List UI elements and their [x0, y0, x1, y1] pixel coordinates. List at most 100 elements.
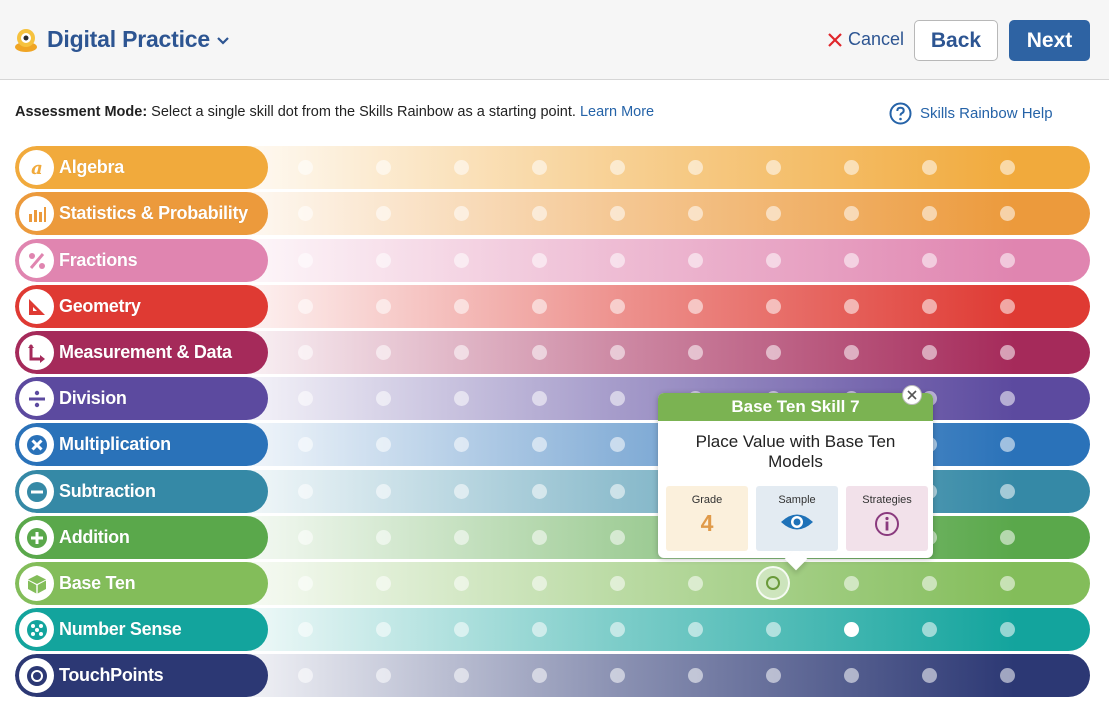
skill-dot[interactable] [999, 530, 1015, 545]
skill-dot[interactable] [531, 576, 547, 591]
skill-dot[interactable] [531, 391, 547, 406]
skill-dot[interactable] [765, 345, 781, 360]
skill-dot[interactable] [297, 576, 313, 591]
skill-dot[interactable] [999, 160, 1015, 175]
skill-dot[interactable] [297, 668, 313, 683]
skill-dot[interactable] [765, 622, 781, 637]
skill-dot[interactable] [297, 530, 313, 545]
skill-dot[interactable] [765, 668, 781, 683]
skill-dot[interactable] [375, 253, 391, 268]
skill-dot[interactable] [687, 206, 703, 221]
skill-dot[interactable] [375, 576, 391, 591]
skill-dot[interactable] [765, 299, 781, 314]
skill-dot[interactable] [375, 622, 391, 637]
skill-dot[interactable] [687, 622, 703, 637]
skill-dot[interactable] [531, 668, 547, 683]
skill-dot[interactable] [843, 622, 859, 637]
skill-dot[interactable] [687, 299, 703, 314]
skill-dot[interactable] [375, 206, 391, 221]
skill-dot[interactable] [375, 160, 391, 175]
skill-dot[interactable] [531, 160, 547, 175]
skill-dot[interactable] [453, 622, 469, 637]
skill-dot[interactable] [609, 576, 625, 591]
skill-dot[interactable] [297, 622, 313, 637]
skill-dot[interactable] [921, 253, 937, 268]
skill-dot-selected[interactable] [756, 566, 790, 600]
sample-card[interactable]: Sample [756, 486, 838, 551]
skill-dot[interactable] [297, 437, 313, 452]
skill-dot[interactable] [843, 160, 859, 175]
app-switcher[interactable]: Digital Practice [14, 26, 230, 53]
skill-dot[interactable] [921, 206, 937, 221]
back-button[interactable]: Back [914, 20, 998, 61]
skill-dot[interactable] [297, 160, 313, 175]
skill-dot[interactable] [297, 391, 313, 406]
skill-dot[interactable] [297, 484, 313, 499]
skill-dot[interactable] [765, 253, 781, 268]
skill-dot[interactable] [843, 299, 859, 314]
skill-dot[interactable] [531, 530, 547, 545]
skill-dot[interactable] [531, 622, 547, 637]
skill-dot[interactable] [999, 668, 1015, 683]
next-button[interactable]: Next [1009, 20, 1090, 61]
skill-dot[interactable] [453, 299, 469, 314]
skill-dot[interactable] [843, 253, 859, 268]
skill-dot[interactable] [999, 253, 1015, 268]
skill-dot[interactable] [375, 299, 391, 314]
skill-dot[interactable] [453, 253, 469, 268]
skill-dot[interactable] [687, 576, 703, 591]
skill-dot[interactable] [609, 437, 625, 452]
skill-dot[interactable] [609, 206, 625, 221]
skill-dot[interactable] [531, 253, 547, 268]
skill-dot[interactable] [453, 576, 469, 591]
skill-dot[interactable] [531, 484, 547, 499]
skill-dot[interactable] [609, 253, 625, 268]
skill-dot[interactable] [375, 668, 391, 683]
skill-dot[interactable] [297, 299, 313, 314]
skill-dot[interactable] [453, 437, 469, 452]
skill-dot[interactable] [375, 391, 391, 406]
skill-dot[interactable] [453, 160, 469, 175]
skill-dot[interactable] [999, 391, 1015, 406]
skill-dot[interactable] [999, 345, 1015, 360]
skill-dot[interactable] [999, 622, 1015, 637]
skill-dot[interactable] [375, 484, 391, 499]
skill-dot[interactable] [843, 206, 859, 221]
skill-dot[interactable] [765, 160, 781, 175]
skill-dot[interactable] [453, 484, 469, 499]
skill-dot[interactable] [921, 299, 937, 314]
skill-dot[interactable] [921, 668, 937, 683]
skill-dot[interactable] [453, 530, 469, 545]
skill-dot[interactable] [609, 484, 625, 499]
skill-dot[interactable] [609, 530, 625, 545]
skill-dot[interactable] [999, 437, 1015, 452]
skill-dot[interactable] [609, 622, 625, 637]
popup-close-button[interactable] [902, 385, 922, 405]
skill-dot[interactable] [531, 437, 547, 452]
skill-dot[interactable] [375, 530, 391, 545]
skill-dot[interactable] [687, 160, 703, 175]
skill-dot[interactable] [843, 668, 859, 683]
skill-dot[interactable] [609, 299, 625, 314]
skill-dot[interactable] [531, 299, 547, 314]
skill-dot[interactable] [453, 668, 469, 683]
skill-dot[interactable] [453, 206, 469, 221]
skill-dot[interactable] [297, 206, 313, 221]
skill-dot[interactable] [687, 345, 703, 360]
skill-dot[interactable] [375, 437, 391, 452]
skill-dot[interactable] [375, 345, 391, 360]
skill-dot[interactable] [687, 253, 703, 268]
strategies-card[interactable]: Strategies [846, 486, 928, 551]
skill-dot[interactable] [609, 345, 625, 360]
skill-dot[interactable] [921, 345, 937, 360]
skill-dot[interactable] [609, 668, 625, 683]
skill-dot[interactable] [531, 345, 547, 360]
skill-dot[interactable] [999, 576, 1015, 591]
skill-dot[interactable] [531, 206, 547, 221]
skill-dot[interactable] [999, 206, 1015, 221]
skill-dot[interactable] [843, 345, 859, 360]
skill-dot[interactable] [921, 160, 937, 175]
learn-more-link[interactable]: Learn More [580, 104, 654, 120]
skill-dot[interactable] [297, 345, 313, 360]
skills-rainbow-help-link[interactable]: Skills Rainbow Help [889, 102, 1053, 125]
